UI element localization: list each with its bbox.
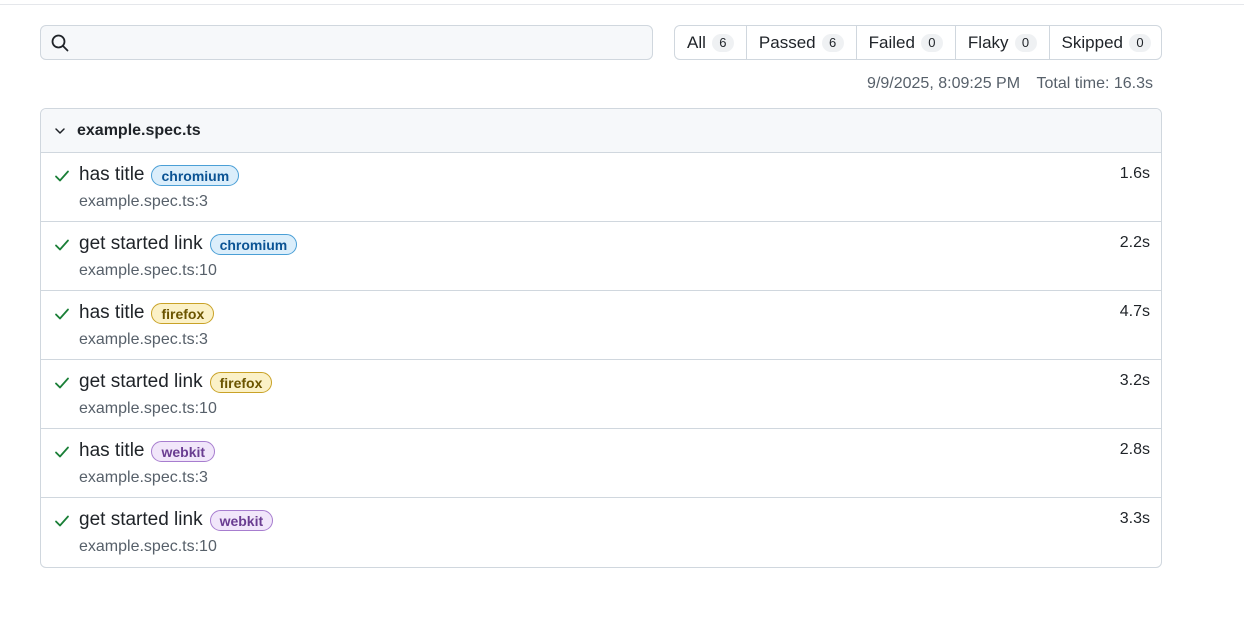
test-row[interactable]: has title webkit example.spec.ts:3 2.8s <box>41 429 1161 498</box>
total-time: Total time: 16.3s <box>1036 75 1154 92</box>
test-title-line: has title firefox <box>79 300 215 326</box>
test-file-name: example.spec.ts <box>77 121 201 139</box>
check-icon <box>53 512 71 530</box>
filter-label: Failed <box>868 32 915 52</box>
search-box[interactable] <box>40 25 653 60</box>
project-tag[interactable]: webkit <box>151 440 216 462</box>
run-metadata: 9/9/2025, 8:09:25 PM Total time: 16.3s <box>867 75 1153 93</box>
status-filter-bar: All 6 Passed 6 Failed 0 Flaky 0 Skipped … <box>674 25 1162 60</box>
test-title-line: get started link chromium <box>79 231 298 257</box>
filter-count: 6 <box>821 33 844 52</box>
filter-count: 6 <box>711 33 734 52</box>
test-location: example.spec.ts:3 <box>79 331 208 348</box>
run-timestamp: 9/9/2025, 8:09:25 PM <box>867 75 1021 92</box>
filter-passed[interactable]: Passed 6 <box>747 26 857 59</box>
test-title-line: has title chromium <box>79 162 240 188</box>
search-icon <box>50 33 70 53</box>
project-tag[interactable]: firefox <box>151 302 215 324</box>
check-icon <box>53 167 71 185</box>
top-divider <box>0 4 1244 5</box>
test-duration: 2.2s <box>1119 234 1150 251</box>
project-tag[interactable]: chromium <box>151 164 240 186</box>
test-title-line: has title webkit <box>79 438 216 464</box>
project-tag[interactable]: firefox <box>209 371 273 393</box>
test-location: example.spec.ts:10 <box>79 538 217 555</box>
test-file-header[interactable]: example.spec.ts <box>41 109 1161 153</box>
test-duration: 3.3s <box>1119 510 1150 527</box>
test-row[interactable]: get started link chromium example.spec.ts:… <box>41 222 1161 291</box>
test-location: example.spec.ts:3 <box>79 469 208 486</box>
check-icon <box>53 443 71 461</box>
test-duration: 4.7s <box>1119 303 1150 320</box>
test-row[interactable]: has title firefox example.spec.ts:3 4.7s <box>41 291 1161 360</box>
test-title[interactable]: has title <box>79 164 144 186</box>
search-input[interactable] <box>70 25 652 60</box>
filter-count: 0 <box>1014 33 1037 52</box>
filter-all[interactable]: All 6 <box>675 26 747 59</box>
filter-label: Passed <box>758 32 816 52</box>
test-title[interactable]: get started link <box>79 371 203 393</box>
filter-count: 0 <box>920 33 943 52</box>
test-row[interactable]: has title chromium example.spec.ts:3 1.6s <box>41 153 1161 222</box>
chevron-down-icon[interactable] <box>53 124 67 138</box>
test-file-card: example.spec.ts has title chromium example… <box>40 108 1162 568</box>
test-list: has title chromium example.spec.ts:3 1.6s ge… <box>41 153 1161 567</box>
test-duration: 2.8s <box>1119 441 1150 458</box>
filter-label: Skipped <box>1061 32 1123 52</box>
check-icon <box>53 305 71 323</box>
test-location: example.spec.ts:10 <box>79 262 217 279</box>
filter-skipped[interactable]: Skipped 0 <box>1050 26 1161 59</box>
test-title[interactable]: has title <box>79 440 144 462</box>
test-duration: 3.2s <box>1119 372 1150 389</box>
filter-count: 0 <box>1128 33 1151 52</box>
filter-flaky[interactable]: Flaky 0 <box>956 26 1050 59</box>
test-title-line: get started link firefox <box>79 369 273 395</box>
test-location: example.spec.ts:3 <box>79 193 208 210</box>
test-title[interactable]: get started link <box>79 233 203 255</box>
test-location: example.spec.ts:10 <box>79 400 217 417</box>
filter-label: Flaky <box>967 32 1009 52</box>
test-row[interactable]: get started link webkit example.spec.ts:10… <box>41 498 1161 567</box>
check-icon <box>53 374 71 392</box>
filter-failed[interactable]: Failed 0 <box>857 26 956 59</box>
check-icon <box>53 236 71 254</box>
filter-label: All <box>687 32 706 52</box>
test-title[interactable]: get started link <box>79 509 203 531</box>
project-tag[interactable]: webkit <box>209 509 274 531</box>
test-title-line: get started link webkit <box>79 507 274 533</box>
test-row[interactable]: get started link firefox example.spec.ts:1… <box>41 360 1161 429</box>
project-tag[interactable]: chromium <box>209 233 298 255</box>
test-title[interactable]: has title <box>79 302 144 324</box>
test-duration: 1.6s <box>1119 165 1150 182</box>
